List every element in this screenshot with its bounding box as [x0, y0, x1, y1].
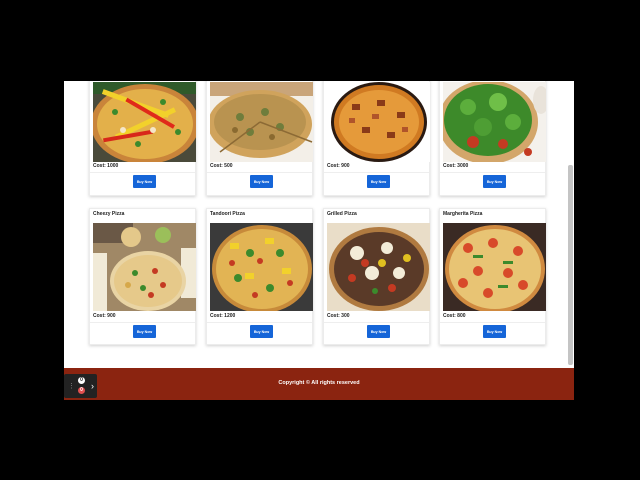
product-title: Margherita Pizza — [443, 211, 483, 217]
pizza-image — [93, 223, 196, 311]
card-divider — [207, 322, 312, 323]
product-cost: Cost: 900 — [327, 163, 350, 169]
pizza-image — [210, 82, 313, 162]
product-card: Grilled Pizza Cost: 300 Buy Now — [323, 208, 430, 345]
buy-now-button[interactable]: Buy Now — [250, 325, 273, 338]
product-cost: Cost: 1200 — [210, 313, 236, 319]
card-divider — [90, 172, 195, 173]
card-divider — [440, 172, 545, 173]
product-card: Margherita Pizza Cost: 800 Buy Now — [439, 208, 546, 345]
pizza-image — [327, 223, 430, 311]
product-cost: Cost: 3000 — [443, 163, 469, 169]
grip-icon[interactable]: ⋮ — [68, 382, 75, 390]
product-card: Cost: 500 Buy Now — [206, 81, 313, 196]
pizza-image — [327, 82, 430, 162]
browser-viewport: Cost: 1000 Buy Now Cost: 500 Buy Now Cos… — [64, 81, 574, 400]
buy-now-button[interactable]: Buy Now — [133, 325, 156, 338]
buy-now-button[interactable]: Buy Now — [367, 325, 390, 338]
badge-bottom: 0 — [78, 387, 85, 394]
product-card: Cost: 3000 Buy Now — [439, 81, 546, 196]
product-card: Cost: 1000 Buy Now — [89, 81, 196, 196]
card-divider — [324, 172, 429, 173]
buy-now-button[interactable]: Buy Now — [367, 175, 390, 188]
product-cost: Cost: 1000 — [93, 163, 119, 169]
product-card: Cheezy Pizza Cost: 900 Buy Now — [89, 208, 196, 345]
product-cost: Cost: 900 — [93, 313, 116, 319]
buy-now-button[interactable]: Buy Now — [483, 325, 506, 338]
buy-now-button[interactable]: Buy Now — [483, 175, 506, 188]
product-title: Grilled Pizza — [327, 211, 357, 217]
pizza-image — [210, 223, 313, 311]
product-cost: Cost: 300 — [327, 313, 350, 319]
badge-top: 0 — [78, 377, 85, 384]
page-footer: Copyright © All rights reserved — [64, 368, 574, 400]
product-cost: Cost: 500 — [210, 163, 233, 169]
card-divider — [207, 172, 312, 173]
recording-overlay: ⋮ 0 0 › — [64, 374, 97, 398]
card-divider — [324, 322, 429, 323]
buy-now-button[interactable]: Buy Now — [133, 175, 156, 188]
chevron-right-icon[interactable]: › — [88, 378, 97, 394]
card-divider — [440, 322, 545, 323]
scrollbar[interactable] — [568, 165, 573, 365]
product-card: Cost: 900 Buy Now — [323, 81, 430, 196]
footer-copyright: Copyright © All rights reserved — [278, 380, 360, 386]
product-card: Tandoori Pizza Cost: 1200 Buy Now — [206, 208, 313, 345]
product-cost: Cost: 800 — [443, 313, 466, 319]
card-divider — [90, 322, 195, 323]
product-title: Tandoori Pizza — [210, 211, 245, 217]
product-title: Cheezy Pizza — [93, 211, 125, 217]
pizza-image — [443, 223, 546, 311]
buy-now-button[interactable]: Buy Now — [250, 175, 273, 188]
pizza-image — [93, 82, 196, 162]
pizza-image — [443, 82, 546, 162]
